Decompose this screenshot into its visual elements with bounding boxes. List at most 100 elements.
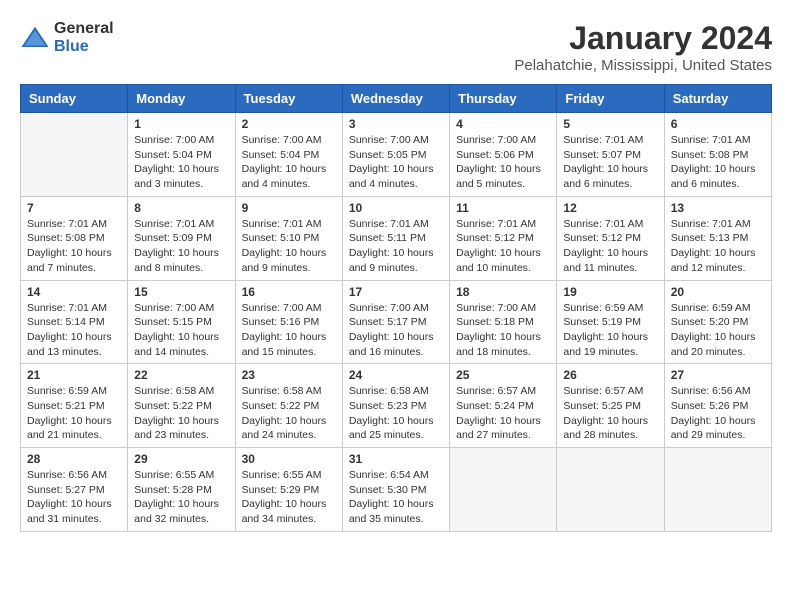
header-row: Sunday Monday Tuesday Wednesday Thursday… xyxy=(21,85,772,113)
calendar-week-3: 21Sunrise: 6:59 AMSunset: 5:21 PMDayligh… xyxy=(21,364,772,448)
calendar-cell-3-2: 23Sunrise: 6:58 AMSunset: 5:22 PMDayligh… xyxy=(235,364,342,448)
day-number: 18 xyxy=(456,285,550,299)
day-info: Sunrise: 7:00 AMSunset: 5:16 PMDaylight:… xyxy=(242,301,336,360)
calendar-subtitle: Pelahatchie, Mississippi, United States xyxy=(514,57,772,74)
calendar-cell-1-2: 9 Sunrise: 7:01 AMSunset: 5:10 PMDaylight… xyxy=(235,196,342,280)
day-info: Sunrise: 6:57 AMSunset: 5:24 PMDaylight:… xyxy=(456,384,550,443)
calendar-cell-1-6: 13 Sunrise: 7:01 AMSunset: 5:13 PMDayligh… xyxy=(664,196,771,280)
day-info: Sunrise: 7:01 AMSunset: 5:12 PMDaylight:… xyxy=(456,217,550,276)
calendar-cell-3-5: 26 Sunrise: 6:57 AMSunset: 5:25 PMDayligh… xyxy=(557,364,664,448)
day-info: Sunrise: 7:00 AMSunset: 5:15 PMDaylight:… xyxy=(134,301,228,360)
day-info: Sunrise: 7:00 AMSunset: 5:05 PMDaylight:… xyxy=(349,133,443,192)
header-friday: Friday xyxy=(557,85,664,113)
day-number: 9 xyxy=(242,201,336,215)
day-info: Sunrise: 7:01 AMSunset: 5:14 PMDaylight:… xyxy=(27,301,121,360)
day-info: Sunrise: 6:57 AMSunset: 5:25 PMDaylight:… xyxy=(563,384,657,443)
calendar-cell-0-5: 5 Sunrise: 7:01 AMSunset: 5:07 PMDaylight… xyxy=(557,113,664,197)
day-number: 5 xyxy=(563,117,657,131)
day-number: 24 xyxy=(349,368,443,382)
calendar-cell-2-4: 18 Sunrise: 7:00 AMSunset: 5:18 PMDayligh… xyxy=(450,280,557,364)
day-number: 13 xyxy=(671,201,765,215)
calendar-cell-2-5: 19Sunrise: 6:59 AMSunset: 5:19 PMDayligh… xyxy=(557,280,664,364)
header-sunday: Sunday xyxy=(21,85,128,113)
day-info: Sunrise: 7:01 AMSunset: 5:11 PMDaylight:… xyxy=(349,217,443,276)
day-info: Sunrise: 6:56 AMSunset: 5:27 PMDaylight:… xyxy=(27,468,121,527)
day-info: Sunrise: 6:54 AMSunset: 5:30 PMDaylight:… xyxy=(349,468,443,527)
day-number: 7 xyxy=(27,201,121,215)
header-saturday: Saturday xyxy=(664,85,771,113)
day-number: 10 xyxy=(349,201,443,215)
calendar-week-4: 28 Sunrise: 6:56 AMSunset: 5:27 PMDayligh… xyxy=(21,448,772,532)
day-info: Sunrise: 7:00 AMSunset: 5:04 PMDaylight:… xyxy=(242,133,336,192)
day-number: 30 xyxy=(242,452,336,466)
header-thursday: Thursday xyxy=(450,85,557,113)
logo-general-text: General xyxy=(54,20,114,38)
day-number: 14 xyxy=(27,285,121,299)
calendar-header: Sunday Monday Tuesday Wednesday Thursday… xyxy=(21,85,772,113)
day-info: Sunrise: 6:55 AMSunset: 5:28 PMDaylight:… xyxy=(134,468,228,527)
day-number: 1 xyxy=(134,117,228,131)
day-info: Sunrise: 7:00 AMSunset: 5:04 PMDaylight:… xyxy=(134,133,228,192)
header-wednesday: Wednesday xyxy=(342,85,449,113)
day-number: 17 xyxy=(349,285,443,299)
calendar-cell-4-1: 29Sunrise: 6:55 AMSunset: 5:28 PMDayligh… xyxy=(128,448,235,532)
page-header: General Blue January 2024 Pelahatchie, M… xyxy=(20,20,772,74)
day-number: 11 xyxy=(456,201,550,215)
day-info: Sunrise: 7:01 AMSunset: 5:13 PMDaylight:… xyxy=(671,217,765,276)
day-info: Sunrise: 6:58 AMSunset: 5:22 PMDaylight:… xyxy=(134,384,228,443)
calendar-cell-1-4: 11 Sunrise: 7:01 AMSunset: 5:12 PMDayligh… xyxy=(450,196,557,280)
calendar-week-0: 1 Sunrise: 7:00 AMSunset: 5:04 PMDaylight… xyxy=(21,113,772,197)
calendar-cell-3-0: 21Sunrise: 6:59 AMSunset: 5:21 PMDayligh… xyxy=(21,364,128,448)
logo-blue-text: Blue xyxy=(54,38,114,56)
day-info: Sunrise: 6:59 AMSunset: 5:21 PMDaylight:… xyxy=(27,384,121,443)
logo-text: General Blue xyxy=(54,20,114,55)
day-number: 20 xyxy=(671,285,765,299)
day-info: Sunrise: 7:01 AMSunset: 5:12 PMDaylight:… xyxy=(563,217,657,276)
calendar-week-2: 14 Sunrise: 7:01 AMSunset: 5:14 PMDayligh… xyxy=(21,280,772,364)
day-info: Sunrise: 7:01 AMSunset: 5:09 PMDaylight:… xyxy=(134,217,228,276)
calendar-body: 1 Sunrise: 7:00 AMSunset: 5:04 PMDaylight… xyxy=(21,113,772,532)
day-number: 31 xyxy=(349,452,443,466)
title-section: January 2024 Pelahatchie, Mississippi, U… xyxy=(514,20,772,74)
day-number: 12 xyxy=(563,201,657,215)
calendar-cell-4-2: 30 Sunrise: 6:55 AMSunset: 5:29 PMDayligh… xyxy=(235,448,342,532)
calendar-cell-2-1: 15Sunrise: 7:00 AMSunset: 5:15 PMDayligh… xyxy=(128,280,235,364)
calendar-table: Sunday Monday Tuesday Wednesday Thursday… xyxy=(20,84,772,532)
logo: General Blue xyxy=(20,20,114,55)
day-info: Sunrise: 6:55 AMSunset: 5:29 PMDaylight:… xyxy=(242,468,336,527)
calendar-cell-4-6 xyxy=(664,448,771,532)
day-number: 28 xyxy=(27,452,121,466)
calendar-cell-4-5 xyxy=(557,448,664,532)
day-number: 25 xyxy=(456,368,550,382)
day-info: Sunrise: 7:01 AMSunset: 5:10 PMDaylight:… xyxy=(242,217,336,276)
logo-icon xyxy=(20,23,50,53)
day-number: 26 xyxy=(563,368,657,382)
calendar-week-1: 7 Sunrise: 7:01 AMSunset: 5:08 PMDaylight… xyxy=(21,196,772,280)
day-info: Sunrise: 7:01 AMSunset: 5:07 PMDaylight:… xyxy=(563,133,657,192)
calendar-cell-0-0 xyxy=(21,113,128,197)
day-number: 8 xyxy=(134,201,228,215)
day-info: Sunrise: 6:56 AMSunset: 5:26 PMDaylight:… xyxy=(671,384,765,443)
day-info: Sunrise: 7:00 AMSunset: 5:17 PMDaylight:… xyxy=(349,301,443,360)
day-info: Sunrise: 7:01 AMSunset: 5:08 PMDaylight:… xyxy=(27,217,121,276)
calendar-cell-3-6: 27 Sunrise: 6:56 AMSunset: 5:26 PMDayligh… xyxy=(664,364,771,448)
day-number: 22 xyxy=(134,368,228,382)
calendar-cell-2-2: 16Sunrise: 7:00 AMSunset: 5:16 PMDayligh… xyxy=(235,280,342,364)
day-number: 3 xyxy=(349,117,443,131)
day-number: 27 xyxy=(671,368,765,382)
calendar-cell-2-0: 14 Sunrise: 7:01 AMSunset: 5:14 PMDayligh… xyxy=(21,280,128,364)
day-info: Sunrise: 7:00 AMSunset: 5:18 PMDaylight:… xyxy=(456,301,550,360)
calendar-cell-1-0: 7 Sunrise: 7:01 AMSunset: 5:08 PMDaylight… xyxy=(21,196,128,280)
calendar-cell-1-3: 10 Sunrise: 7:01 AMSunset: 5:11 PMDayligh… xyxy=(342,196,449,280)
day-info: Sunrise: 6:59 AMSunset: 5:19 PMDaylight:… xyxy=(563,301,657,360)
day-info: Sunrise: 6:58 AMSunset: 5:23 PMDaylight:… xyxy=(349,384,443,443)
calendar-title: January 2024 xyxy=(514,20,772,57)
calendar-cell-4-0: 28 Sunrise: 6:56 AMSunset: 5:27 PMDayligh… xyxy=(21,448,128,532)
calendar-cell-3-4: 25 Sunrise: 6:57 AMSunset: 5:24 PMDayligh… xyxy=(450,364,557,448)
calendar-cell-2-6: 20Sunrise: 6:59 AMSunset: 5:20 PMDayligh… xyxy=(664,280,771,364)
calendar-cell-0-2: 2Sunrise: 7:00 AMSunset: 5:04 PMDaylight… xyxy=(235,113,342,197)
day-number: 6 xyxy=(671,117,765,131)
calendar-cell-2-3: 17 Sunrise: 7:00 AMSunset: 5:17 PMDayligh… xyxy=(342,280,449,364)
calendar-cell-0-3: 3 Sunrise: 7:00 AMSunset: 5:05 PMDaylight… xyxy=(342,113,449,197)
calendar-cell-4-4 xyxy=(450,448,557,532)
